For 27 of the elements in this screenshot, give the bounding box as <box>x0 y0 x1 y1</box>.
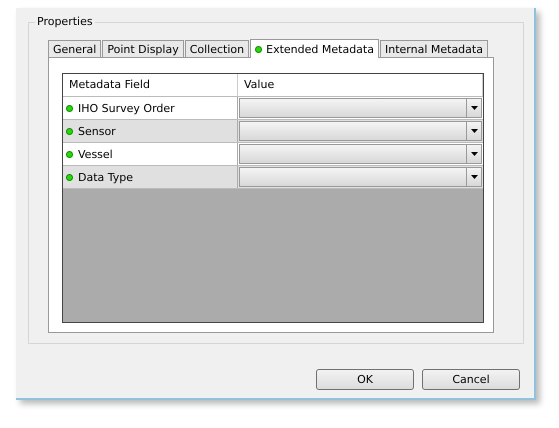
group-title: Properties <box>35 15 95 28</box>
status-dot-icon <box>66 174 73 180</box>
status-dot-icon <box>66 104 73 112</box>
column-header: Metadata Field <box>63 74 238 96</box>
tab[interactable]: Extended Metadata <box>250 39 379 58</box>
tab[interactable]: Internal Metadata <box>380 40 488 57</box>
column-header: Value <box>238 74 483 96</box>
field-name: IHO Survey Order <box>78 102 175 114</box>
tab[interactable]: Collection <box>184 40 250 57</box>
field-name: Vessel <box>78 148 113 160</box>
field-name: Sensor <box>78 124 116 138</box>
dropdown-field[interactable] <box>239 144 482 164</box>
tab[interactable]: Point Display <box>102 40 184 57</box>
caret-icon <box>470 152 478 156</box>
caret-icon <box>470 175 478 179</box>
caret-icon <box>470 106 478 110</box>
tab[interactable]: General <box>48 40 102 57</box>
status-dot-icon <box>66 150 73 158</box>
dropdown-field[interactable] <box>239 121 482 141</box>
dropdown-field[interactable] <box>239 98 482 118</box>
field-name: Data Type <box>78 170 134 184</box>
status-dot-icon <box>255 46 262 52</box>
dialog-button[interactable]: OK <box>316 369 414 390</box>
status-dot-icon <box>66 128 73 134</box>
dropdown-field[interactable] <box>239 167 482 187</box>
dialog-button[interactable]: Cancel <box>422 369 520 390</box>
caret-icon <box>470 129 478 133</box>
